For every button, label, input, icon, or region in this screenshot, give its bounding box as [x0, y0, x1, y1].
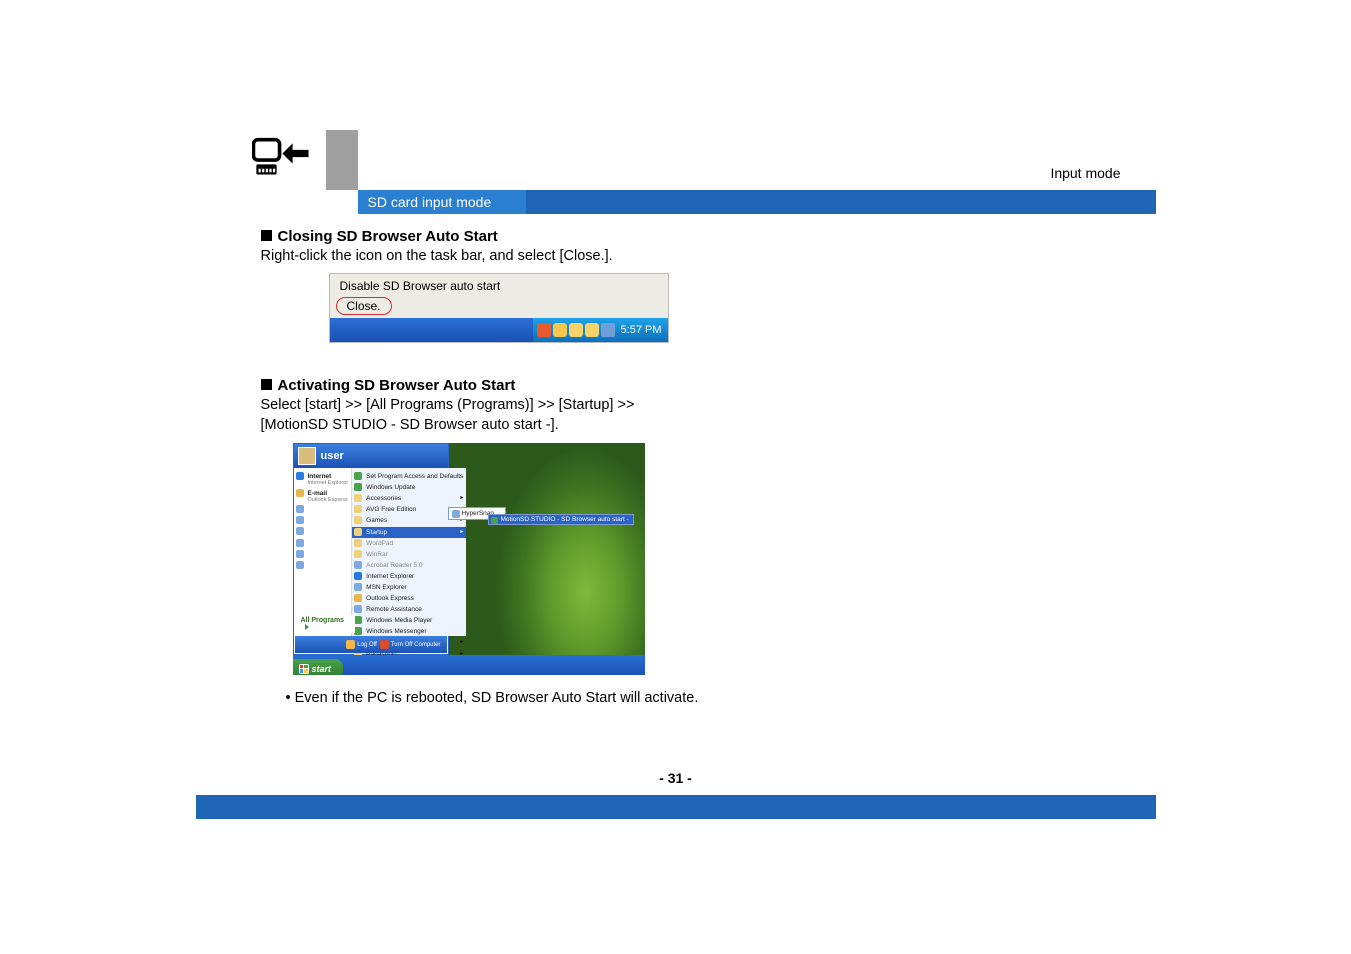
all-programs-button: All Programs: [297, 615, 355, 633]
logoff-button: Log Off: [346, 640, 377, 649]
start-item-recent: [294, 549, 352, 560]
activating-instruction: Select [start] >> [All Programs (Program…: [261, 396, 956, 435]
shutdown-button: Turn Off Computer: [380, 640, 441, 649]
square-bullet-icon: [261, 230, 272, 241]
xp-taskbar: start: [293, 655, 645, 675]
section-title: SD card input mode: [358, 190, 526, 214]
grey-divider: [326, 130, 358, 190]
heading-closing: Closing SD Browser Auto Start: [261, 228, 956, 245]
all-programs-list: Set Program Access and Defaults Windows …: [351, 468, 466, 636]
start-item-email: E-mail Outlook Express: [294, 488, 352, 505]
menu-item-close-highlighted: Close.: [336, 297, 392, 315]
user-avatar-icon: [298, 447, 316, 465]
reboot-note: • Even if the PC is rebooted, SD Browser…: [261, 689, 956, 709]
taskbar-menu-screenshot: Disable SD Browser auto start Close. 5:5…: [329, 273, 956, 343]
startup-folder-highlighted: Startup▸: [352, 527, 466, 538]
page-number: - 31 -: [196, 770, 1156, 786]
sd-input-icon: [252, 136, 310, 184]
tray-icon: [601, 323, 615, 337]
xp-taskbar: 5:57 PM: [330, 318, 668, 342]
tray-shield-icon: [537, 323, 551, 337]
system-tray: 5:57 PM: [533, 318, 668, 342]
windows-logo-icon: [299, 664, 309, 674]
start-item-recent: [294, 504, 352, 515]
tray-icon: [569, 323, 583, 337]
user-name: user: [321, 450, 344, 462]
xp-start-menu: user Internet Internet Explorer E-mail O…: [293, 443, 449, 655]
start-item-recent: [294, 515, 352, 526]
tray-clock: 5:57 PM: [621, 324, 662, 336]
closing-instruction: Right-click the icon on the task bar, an…: [261, 247, 956, 267]
start-item-recent: [294, 526, 352, 537]
start-button: start: [293, 659, 344, 676]
heading-activating: Activating SD Browser Auto Start: [261, 377, 956, 394]
section-title-bar: SD card input mode: [196, 190, 1156, 214]
start-item-recent: [294, 538, 352, 549]
menu-item-disable: Disable SD Browser auto start: [336, 277, 662, 295]
start-menu-screenshot: user Internet Internet Explorer E-mail O…: [293, 443, 645, 675]
motionsd-studio-item-highlighted: MotionSD STUDIO - SD Browser auto start …: [488, 514, 634, 525]
tray-icon: [585, 323, 599, 337]
start-item-internet: Internet Internet Explorer: [294, 471, 352, 488]
logo-area: [196, 130, 326, 190]
mode-label: Input mode: [1050, 165, 1120, 181]
start-item-recent: [294, 560, 352, 571]
tray-icon: [553, 323, 567, 337]
footer-blue-bar: [196, 795, 1156, 819]
xp-desktop-wallpaper: [447, 443, 645, 655]
square-bullet-icon: [261, 379, 272, 390]
